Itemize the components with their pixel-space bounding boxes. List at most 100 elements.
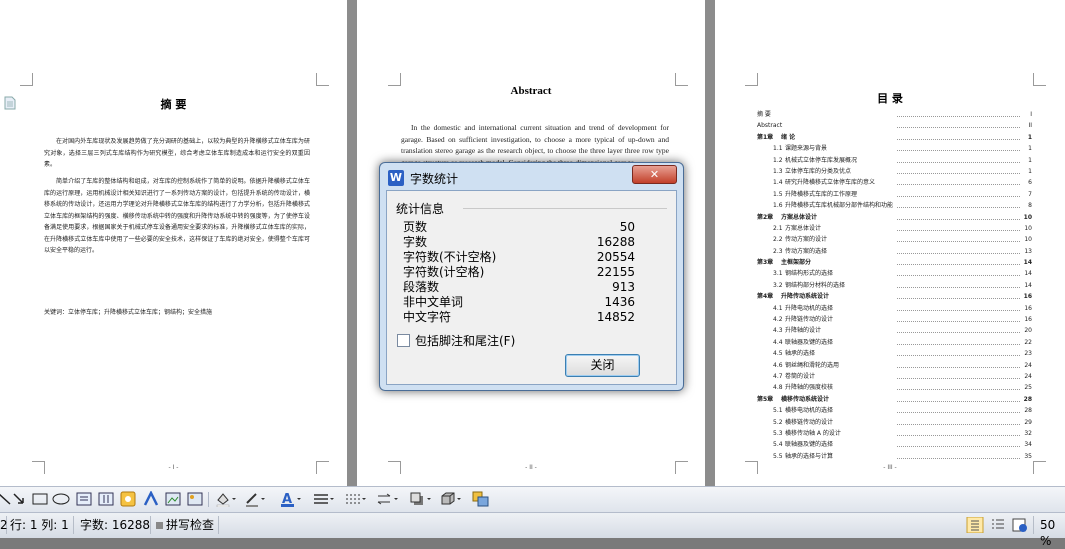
toc-entry[interactable]: 1.5 升降横移式车库的工作原理 7 [757,189,1032,200]
toc-entry[interactable]: 3.1 钢结构形式的选择 14 [757,268,1032,279]
line-color-icon[interactable] [244,491,266,507]
toc-chapter-number: 第1章 [757,133,774,141]
toc-leader-dots [897,286,1020,288]
3d-style-icon[interactable] [440,491,462,507]
toc-section-number: 1.4 [773,179,783,187]
toc-entry[interactable]: 4.3 升降轴的设计 20 [757,325,1032,336]
toc-label: 绪 论 [781,133,796,141]
toc-section-number: 4.2 [773,316,783,324]
page-number: - II - [525,464,537,471]
word-count-dialog[interactable]: W 字数统计 ✕ 统计信息 页数 50 字数 16288 字符数(不计空格) 2… [379,162,684,391]
toc-label: 摘 要 [757,111,771,118]
include-footnotes-checkbox[interactable] [397,334,410,347]
toc-entry[interactable]: 4.4 联轴器及键的选择 22 [757,337,1032,348]
page-toc[interactable]: 目 录 摘 要 I Abstract II 第1章绪 论 1 1.1 课题来源与背景 1 1.2 机… [715,0,1065,486]
toc-entry[interactable]: 1.1 课题来源与背景 1 [757,143,1032,154]
arrow-tool-icon[interactable] [12,491,26,507]
toc-section-number: 1.6 [773,202,783,210]
dialog-body: 统计信息 页数 50 字数 16288 字符数(不计空格) 20554 字符数(… [386,190,677,385]
toc-leader-dots [897,446,1020,448]
dialog-titlebar[interactable]: W 字数统计 ✕ [380,163,683,191]
toc-entry[interactable]: 第1章绪 论 1 [757,132,1032,143]
shapes-tool-icon[interactable] [120,491,136,507]
toc-entry[interactable]: 2.1 方案总体设计 10 [757,223,1032,234]
close-button[interactable]: 关闭 [565,354,640,377]
select-objects-icon[interactable] [472,491,490,507]
ellipse-tool-icon[interactable] [52,491,70,507]
close-icon[interactable]: ✕ [632,165,677,184]
toc-entry[interactable]: 5.3 横移传动轴 A 的设计 32 [757,428,1032,439]
fill-color-icon[interactable] [215,491,237,507]
toc-entry[interactable]: 4.8 升降轴的强度校核 25 [757,382,1032,393]
toc-page-number: 16 [1024,316,1032,324]
toc-entry[interactable]: 第2章 方案总体设计 10 [757,212,1032,223]
stat-row: 非中文单词 1436 [403,295,635,310]
toc-chapter-number: 第3章 [757,259,774,267]
toc-section-number: 5.1 [773,407,783,415]
toc-entry[interactable]: 第5章 横移传动系统设计 28 [757,394,1032,405]
toc-entry[interactable]: Abstract II [757,120,1032,131]
arrow-style-icon[interactable] [377,491,399,507]
toc-label: 方案总体设计 [785,224,822,232]
toc-label: 横移传动系统设计 [781,395,830,403]
stat-value: 50 [619,220,635,234]
toc-label: 轴承的选择与计算 [785,452,834,460]
wordart-tool-icon[interactable] [143,491,159,507]
rectangle-tool-icon[interactable] [32,491,48,507]
toc-entry[interactable]: 4.6 钢丝绳和滑轮的选用 24 [757,360,1032,371]
toc-entry[interactable]: 4.7 卷筒的设计 24 [757,371,1032,382]
shadow-style-icon[interactable] [410,491,432,507]
toc-page-number: 6 [1028,179,1032,187]
toc-entry[interactable]: 4.2 升降链传动的设计 16 [757,314,1032,325]
dash-style-icon[interactable] [345,491,367,507]
toc-entry[interactable]: 4.1 升降电动机的选择 16 [757,303,1032,314]
line-style-icon[interactable] [313,491,335,507]
toc-leader-dots [897,116,1020,117]
line-tool-icon[interactable] [0,491,12,507]
picture-tool-icon[interactable] [187,491,203,507]
document-workspace[interactable]: 摘 要 在对国内外车库现状及发展趋势做了充分调研的基础上，以较为典型的升降横移式… [0,0,1065,486]
toc-label: 课题来源与背景 [785,145,828,153]
toc-entry[interactable]: 第3章 主框架部分 14 [757,257,1032,268]
stat-label: 非中文单词 [403,295,464,309]
toc-page-number: 34 [1024,441,1032,449]
toc-leader-dots [897,377,1020,379]
font-color-icon[interactable]: A [280,491,302,507]
toc-section-number: 4.5 [773,350,783,358]
toc-entry[interactable]: 1.4 研究升降横移式立体停车库的意义 6 [757,177,1032,188]
stat-label: 页数 [403,220,428,234]
toc-section-number: 5.5 [773,452,783,460]
toc-entry[interactable]: 1.6 升降横移式车库机械部分部件结构和功能 8 [757,200,1032,211]
toc-page-number: 29 [1024,418,1032,426]
toc-entry[interactable]: 5.4 联轴器及键的选择 34 [757,439,1032,450]
toc-entry[interactable]: 1.2 机械式立体停车库发展概况 1 [757,155,1032,166]
toc-entry[interactable]: 第4章 升降传动系统设计 16 [757,291,1032,302]
toc-entry[interactable]: 2.3 传动方案的选择 13 [757,246,1032,257]
toc-entry[interactable]: 5.2 横移链传动的设计 29 [757,417,1032,428]
clipart-tool-icon[interactable] [165,491,181,507]
toc-page-number: 28 [1023,395,1032,403]
toc-leader-dots [897,457,1020,459]
toc-entry[interactable]: 3.2 钢结构部分材料的选择 14 [757,280,1032,291]
toc-entry[interactable]: 1.3 立体停车库的分类及优点 1 [757,166,1032,177]
toc-entry[interactable]: 4.5 轴承的选择 23 [757,348,1032,359]
toc-entry[interactable]: 摘 要I [757,109,1032,120]
textbox-tool-icon[interactable] [76,491,92,507]
toc-entry[interactable]: 5.5 轴承的选择与计算 35 [757,451,1032,462]
toc-entry[interactable]: 5.1 横移电动机的选择 28 [757,405,1032,416]
stat-row: 字符数(计空格) 22155 [403,265,635,280]
toc-section-number: 1.5 [773,190,783,198]
page-abstract-cn[interactable]: 摘 要 在对国内外车库现状及发展趋势做了充分调研的基础上，以较为典型的升降横移式… [0,0,347,486]
toc-label: 传动方案的选择 [785,247,828,255]
toc-leader-dots [897,321,1020,323]
page-number: - III - [883,464,897,471]
toc-label: 轴承的选择 [785,350,816,358]
toc-entry[interactable]: 2.2 传动方案的设计 10 [757,234,1032,245]
stat-label: 段落数 [403,280,440,294]
toc-leader-dots [897,195,1020,197]
stat-row: 中文字符 14852 [403,310,635,325]
include-footnotes-label[interactable]: 包括脚注和尾注(F) [415,332,515,349]
zoom-level[interactable]: 50 % [1040,517,1065,548]
vertical-textbox-tool-icon[interactable] [98,491,114,507]
toc-page-number: 35 [1024,452,1032,460]
